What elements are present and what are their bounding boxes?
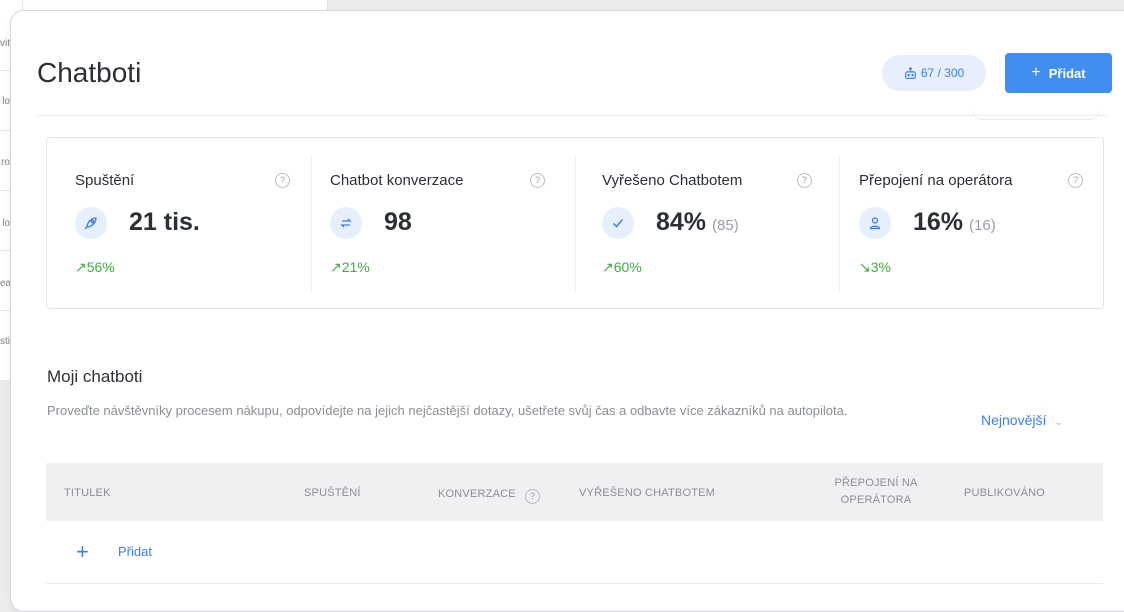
- section-title: Moji chatboti: [47, 367, 143, 386]
- user-icon: [859, 207, 891, 239]
- stat-handover: Přepojení na operátora ? 16% (16) ↘3%: [839, 138, 1103, 308]
- page-title: Chatboti: [37, 57, 142, 88]
- chatbots-panel: Chatboti 67 / 300 + Přidat Spuštění ? 21…: [10, 10, 1124, 612]
- table-header: TITULEK SPUŠTĚNÍ KONVERZACE ? VYŘEŠENO C…: [46, 463, 1103, 521]
- add-chatbot-row-label: Přidat: [118, 544, 152, 559]
- stat-title: Chatbot konverzace: [330, 172, 464, 189]
- help-icon[interactable]: ?: [275, 173, 290, 188]
- arrows-exchange-icon: [330, 207, 362, 239]
- add-chatbot-button[interactable]: + Přidat: [1005, 53, 1112, 93]
- stat-value-count: (16): [969, 217, 996, 234]
- column-header-resolved[interactable]: VYŘEŠENO CHATBOTEM: [579, 487, 715, 499]
- stat-title: Přepojení na operátora: [859, 172, 1013, 189]
- help-icon[interactable]: ?: [525, 489, 541, 504]
- stat-trend-up: ↗56%: [75, 259, 115, 275]
- stat-resolved: Vyřešeno Chatbotem ? 84% (85) ↗60%: [575, 138, 839, 308]
- help-icon[interactable]: ?: [530, 173, 545, 188]
- stat-value: 21 tis.: [129, 208, 200, 236]
- stats-card: Spuštění ? 21 tis. ↗56% Chatbot konverza…: [46, 137, 1104, 309]
- plus-icon: +: [76, 539, 89, 564]
- stat-trend-down: ↘3%: [859, 259, 891, 275]
- plus-icon: +: [1031, 64, 1041, 81]
- stat-title: Vyřešeno Chatbotem: [602, 172, 743, 189]
- stat-value: 84% (85): [656, 208, 739, 236]
- add-chatbot-row[interactable]: + Přidat: [46, 523, 1103, 584]
- column-header-title[interactable]: TITULEK: [64, 487, 111, 499]
- sort-dropdown[interactable]: Nejnovější ⌄: [981, 412, 1063, 428]
- stat-trend-up: ↗21%: [330, 259, 370, 275]
- column-header-conversations[interactable]: KONVERZACE ?: [438, 487, 541, 504]
- column-header-launches[interactable]: SPUŠTĚNÍ: [304, 487, 361, 499]
- stat-launches: Spuštění ? 21 tis. ↗56%: [47, 138, 311, 308]
- quota-text: 67 / 300: [920, 66, 965, 80]
- section-description: Proveďte návštěvníky procesem nákupu, od…: [47, 403, 848, 418]
- help-icon[interactable]: ?: [797, 173, 812, 188]
- sort-dropdown-label: Nejnovější: [981, 412, 1047, 428]
- header-divider: [37, 115, 1107, 116]
- stat-trend-up: ↗60%: [602, 259, 642, 275]
- stat-title: Spuštění: [75, 172, 135, 189]
- column-header-published[interactable]: PUBLIKOVÁNO: [964, 487, 1045, 499]
- chevron-down-icon: ⌄: [1054, 417, 1063, 428]
- column-header-handover[interactable]: PŘEPOJENÍ NA OPERÁTORA: [816, 475, 936, 509]
- stat-value: 16% (16): [913, 208, 996, 236]
- stat-value-count: (85): [712, 217, 739, 234]
- stat-conversations: Chatbot konverzace ? 98 ↗21%: [311, 138, 575, 308]
- help-icon[interactable]: ?: [1068, 173, 1083, 188]
- rocket-icon: [75, 207, 107, 239]
- bot-quota-badge: 67 / 300: [882, 55, 986, 91]
- stat-value: 98: [384, 208, 412, 236]
- robot-icon: [904, 66, 916, 79]
- check-icon: [602, 207, 634, 239]
- add-chatbot-label: Přidat: [1048, 65, 1086, 81]
